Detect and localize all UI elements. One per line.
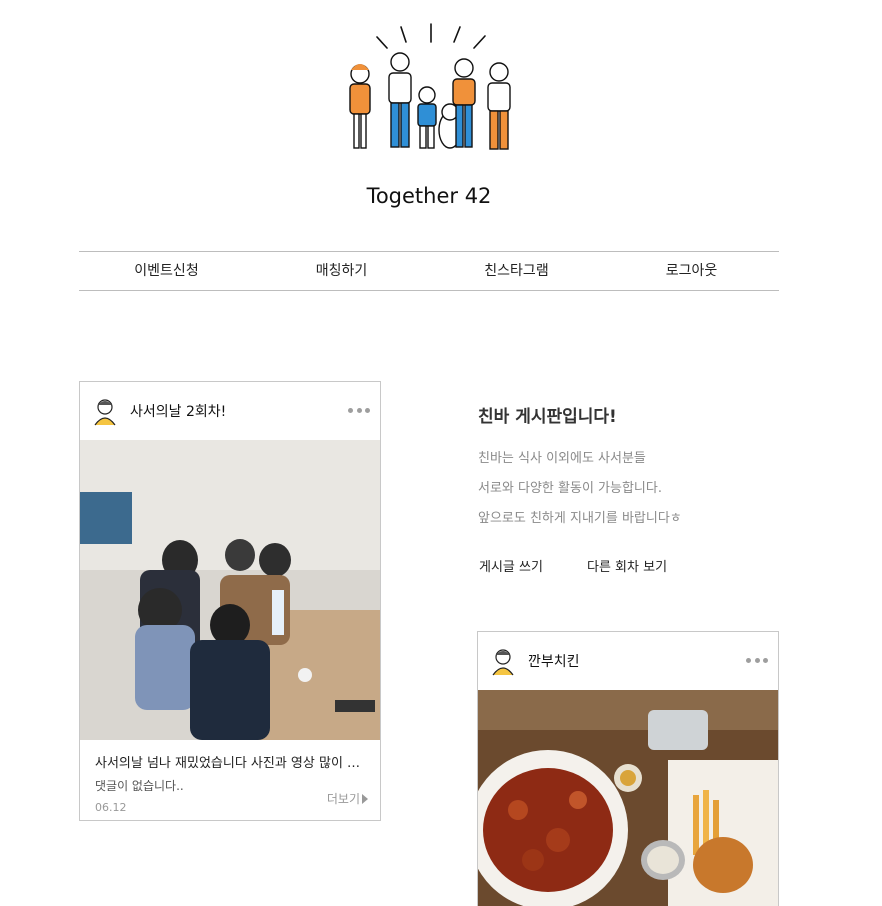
nav-item-matching[interactable]: 매칭하기 <box>254 252 429 290</box>
avatar-icon <box>94 399 116 426</box>
post-card[interactable]: 깐부치킨 <box>477 631 779 906</box>
post-photo[interactable] <box>478 690 779 906</box>
board-title: 친바 게시판입니다! <box>478 407 617 427</box>
post-comments: 댓글이 없습니다.. <box>95 779 184 793</box>
post-caption: 사서의날 넘나 재밌었습니다 사진과 영상 많이 남겼어요 <box>95 756 367 771</box>
board-desc-line-1: 친바는 식사 이외에도 사서분들 <box>478 451 646 466</box>
board-desc-line-2: 서로와 다양한 활동이 가능합니다. <box>478 481 662 496</box>
post-card[interactable]: 사서의날 2회차! 사서의날 넘나 재밌었습니다 사진과 영상 많이 남겼어요 … <box>79 381 381 821</box>
other-rounds-link[interactable]: 다른 회차 보기 <box>587 556 667 575</box>
read-more-link[interactable]: 더보기 <box>327 790 368 807</box>
nav-item-chinstagram[interactable]: 친스타그램 <box>429 252 604 290</box>
read-more-label: 더보기 <box>326 792 360 806</box>
nav-item-logout[interactable]: 로그아웃 <box>604 252 779 290</box>
avatar-icon <box>492 649 514 676</box>
site-title: Together 42 <box>366 184 492 208</box>
nav-item-event[interactable]: 이벤트신청 <box>79 252 254 290</box>
play-arrow-icon <box>362 793 368 804</box>
more-options-icon[interactable] <box>746 654 768 666</box>
board-desc-line-3: 앞으로도 친하게 지내기를 바랍니다ㅎ <box>478 511 682 526</box>
post-card-header: 깐부치킨 <box>478 632 778 690</box>
family-logo-illustration <box>349 23 511 150</box>
post-date: 06.12 <box>95 801 127 814</box>
main-nav: 이벤트신청 매칭하기 친스타그램 로그아웃 <box>79 251 779 291</box>
post-title: 사서의날 2회차! <box>130 404 227 420</box>
post-card-header: 사서의날 2회차! <box>80 382 380 440</box>
write-post-link[interactable]: 게시글 쓰기 <box>479 556 543 575</box>
post-title: 깐부치킨 <box>528 654 580 670</box>
post-photo[interactable] <box>80 440 381 740</box>
more-options-icon[interactable] <box>348 404 370 416</box>
